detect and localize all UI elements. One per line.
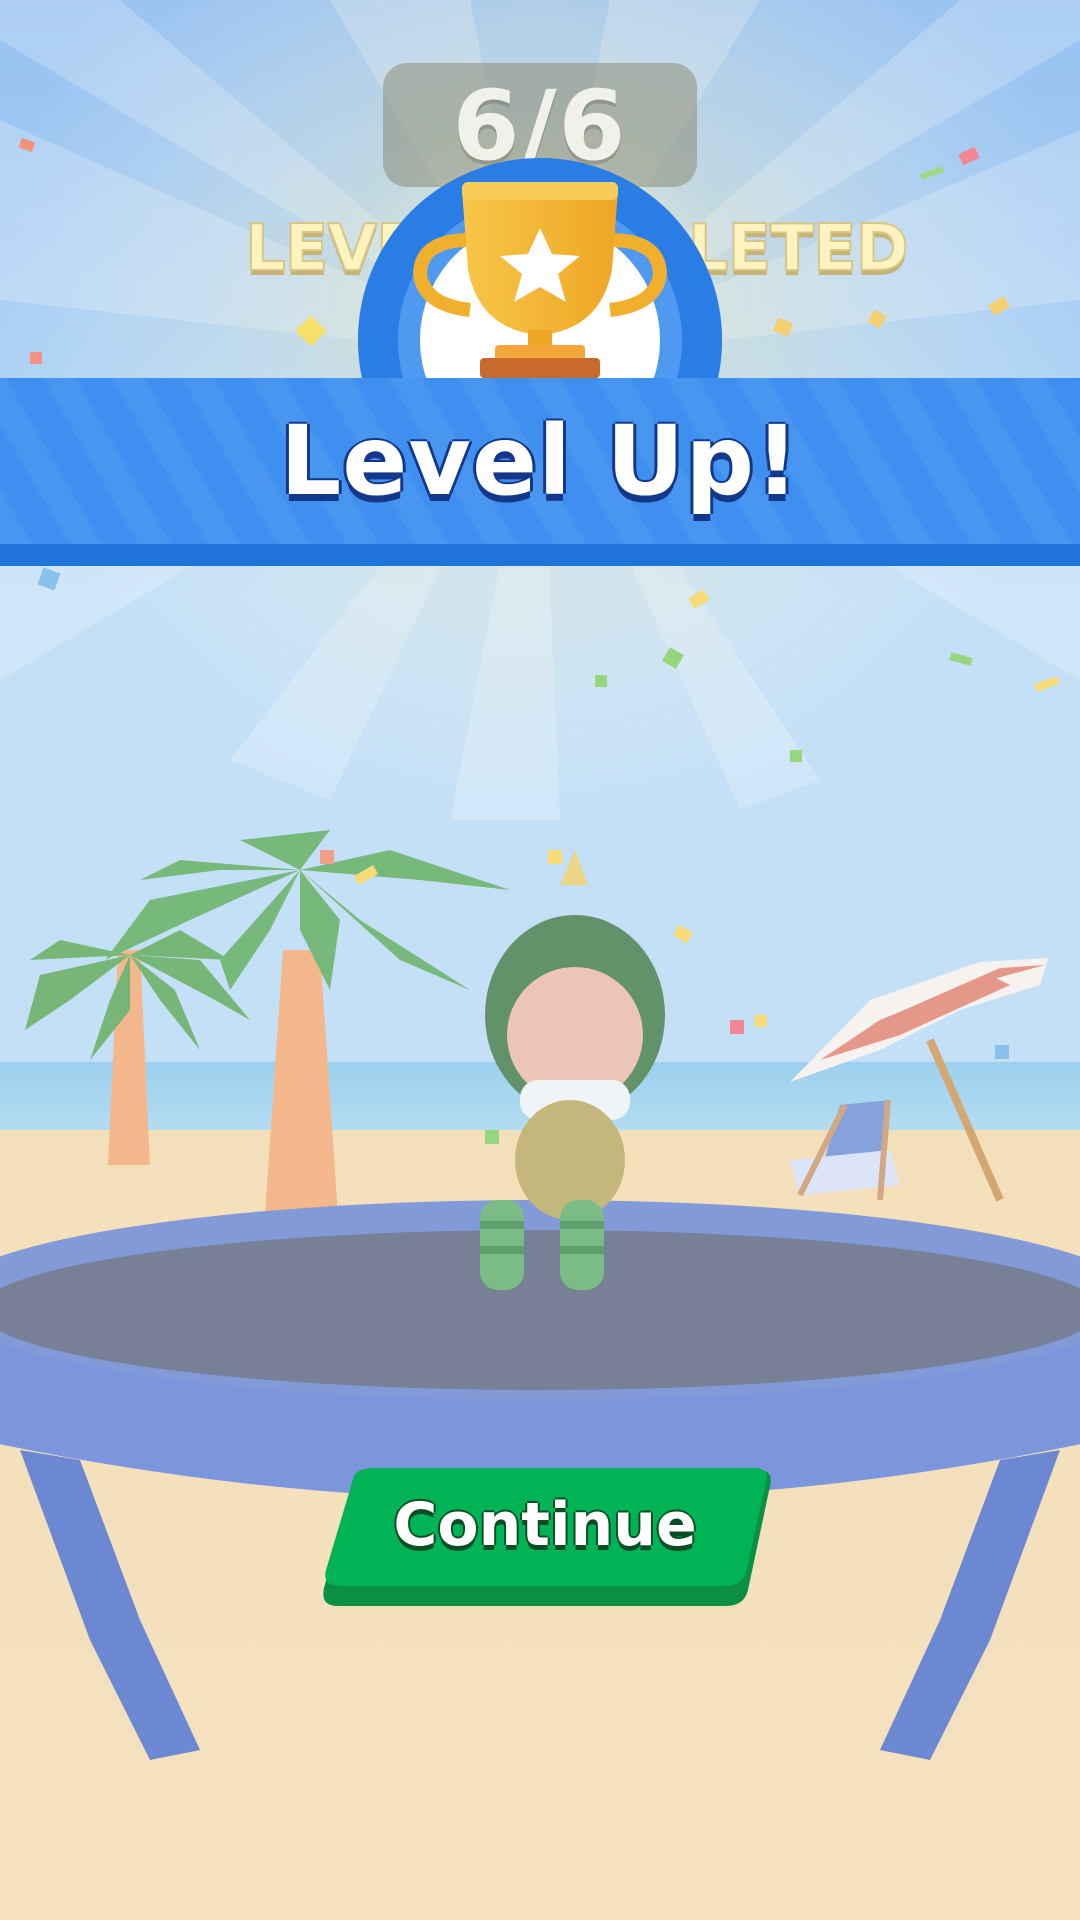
trophy-medallion-front — [358, 158, 722, 378]
continue-button-label: Continue — [393, 1490, 697, 1560]
level-up-title: Level Up! — [280, 405, 800, 517]
continue-button[interactable]: Continue — [318, 1468, 772, 1608]
